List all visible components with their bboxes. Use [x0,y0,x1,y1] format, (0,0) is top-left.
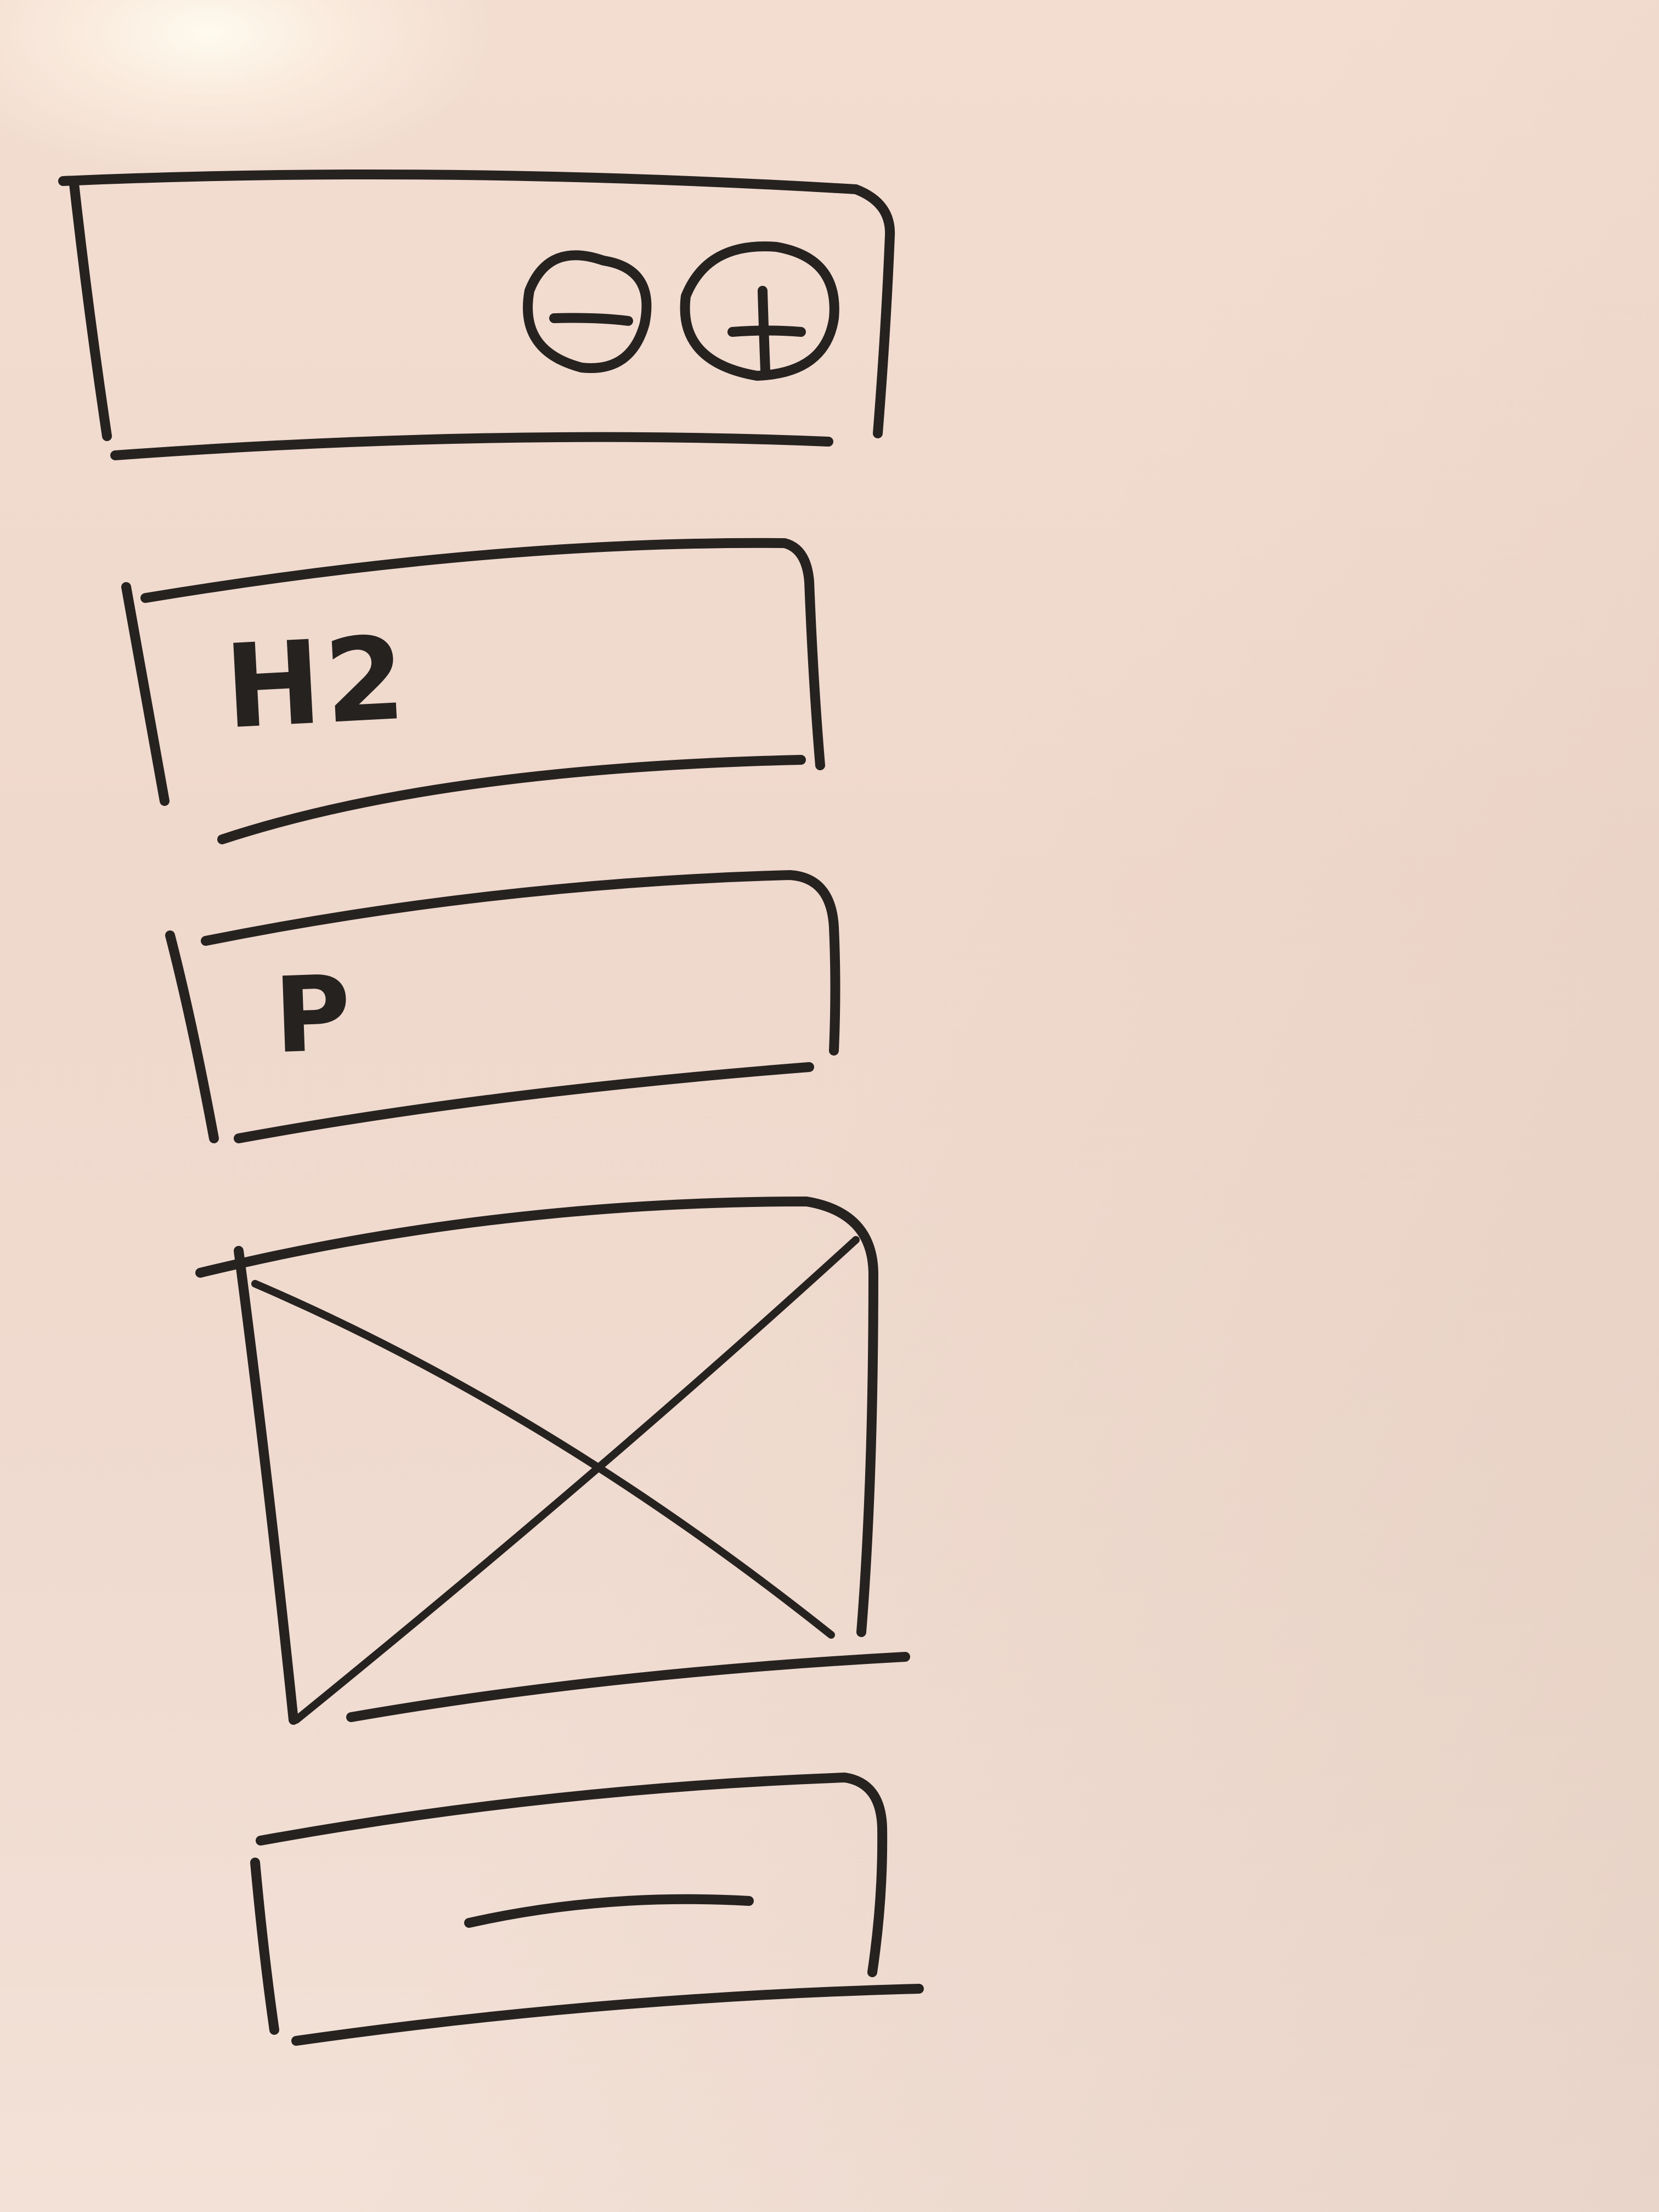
heading-left-edge [121,582,170,806]
wireframe-sketch [58,170,924,2046]
image-diagonal-2 [292,1236,860,1724]
button-block[interactable] [250,1773,924,2046]
image-top-right-edge [195,1197,878,1637]
paragraph-label: P [272,952,353,1077]
button-bottom-edge [291,1984,924,2046]
paragraph-block [165,870,840,1143]
heading-label: H2 [221,611,412,755]
whiteboard: H2 P [0,0,1659,2212]
button-left-edge [250,1858,279,2035]
image-bottom-edge [346,1652,910,1722]
zoom-in-icon[interactable] [680,241,839,381]
zoom-out-icon[interactable] [523,250,652,373]
paragraph-left-edge [165,930,219,1143]
header-block [58,170,895,460]
header-left-edge [69,179,112,441]
header-bottom-edge [110,432,833,460]
image-block [195,1197,910,1725]
button-line-icon [464,1894,754,1928]
paragraph-bottom-edge [234,1062,814,1143]
image-left-edge [234,1246,298,1725]
heading-bottom-edge [217,755,806,844]
button-top-edge [256,1773,888,1977]
